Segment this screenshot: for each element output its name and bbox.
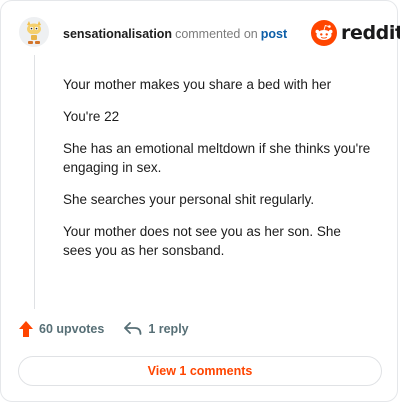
comment-paragraph: Your mother does not see you as her son.… — [63, 224, 341, 258]
view-comments-button[interactable]: View 1 comments — [18, 356, 382, 386]
upvotes-count: 60 upvotes — [39, 322, 105, 336]
comment-paragraph: Your mother makes you share a bed with h… — [63, 77, 332, 92]
comment-header: sensationalisation commented on post — [63, 27, 287, 41]
upvote-arrow-icon[interactable] — [19, 321, 33, 337]
thread-line[interactable] — [34, 55, 35, 309]
comment-footer: 60 upvotes 1 reply — [19, 321, 189, 337]
comment-paragraph: She searches your personal shit regularl… — [63, 192, 315, 207]
comment-card: sensationalisation commented on post reddi… — [0, 0, 400, 402]
comment-paragraph: She has an emotional meltdown if she thi… — [63, 141, 371, 175]
reddit-logo[interactable]: reddit — [311, 20, 400, 46]
reply-arrow-icon — [124, 322, 142, 335]
reply-button[interactable]: 1 reply — [124, 322, 189, 336]
logo-wordmark: reddit — [341, 22, 400, 44]
username-link[interactable]: sensationalisation — [63, 27, 172, 41]
reddit-snoo-icon — [311, 20, 337, 46]
comment-body: Your mother makes you share a bed with h… — [63, 75, 373, 273]
reply-count: 1 reply — [148, 322, 189, 336]
comment-paragraph: You're 22 — [63, 109, 120, 124]
user-avatar[interactable] — [19, 17, 49, 47]
post-link[interactable]: post — [261, 27, 287, 41]
action-text: commented on — [175, 27, 258, 41]
